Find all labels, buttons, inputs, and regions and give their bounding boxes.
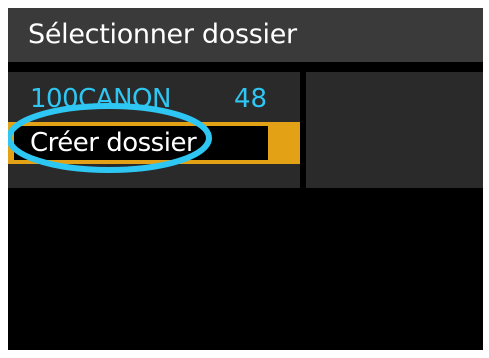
page-title: Sélectionner dossier bbox=[28, 19, 297, 50]
folder-file-count: 48 bbox=[234, 84, 268, 114]
folder-list: 100CANON 48 Créer dossier bbox=[8, 72, 300, 188]
folder-preview-panel bbox=[306, 72, 483, 188]
folder-item-100canon[interactable]: 100CANON 48 bbox=[8, 78, 300, 118]
create-folder-item[interactable]: Créer dossier bbox=[8, 122, 300, 164]
title-bar: Sélectionner dossier bbox=[8, 8, 483, 62]
create-folder-label: Créer dossier bbox=[30, 128, 197, 158]
folder-name: 100CANON bbox=[30, 84, 171, 114]
camera-menu-screen: Sélectionner dossier 100CANON 48 Créer d… bbox=[8, 8, 483, 350]
